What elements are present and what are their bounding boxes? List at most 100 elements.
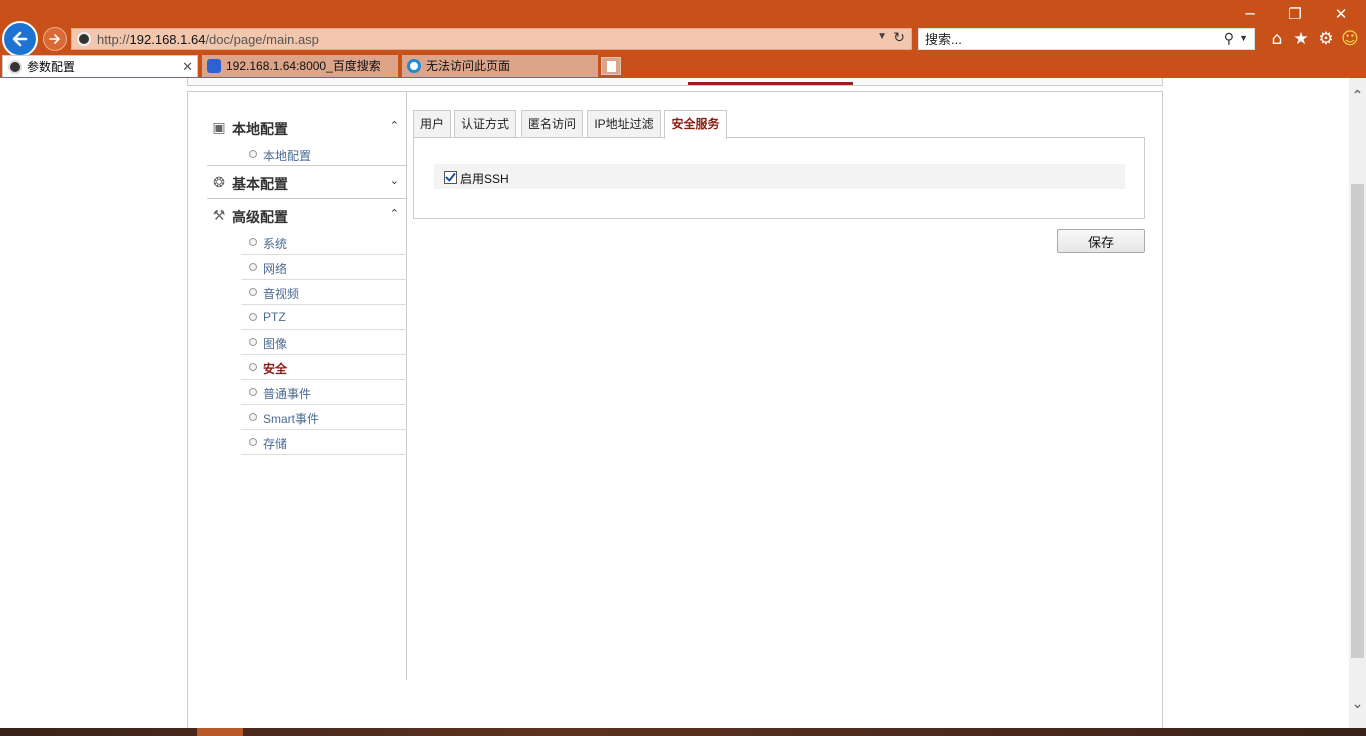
save-button[interactable]: 保存 [1057,229,1145,253]
sidebar-item-storage[interactable]: 存储 [241,430,407,455]
sidebar-group-advanced-config[interactable]: ⚒ 高级配置 ⌃ [207,200,407,230]
browser-tab-baidu[interactable]: 192.168.1.64:8000_百度搜索 [202,55,398,77]
browser-tab-strip: 参数配置 ✕ 192.168.1.64:8000_百度搜索 无法访问此页面 [0,55,1366,78]
sidebar-group-label: 基本配置 [232,176,288,192]
refresh-icon[interactable]: ↻ [893,30,905,46]
sidebar-item-label: 网络 [263,262,288,276]
sidebar-item-security[interactable]: 安全 [241,355,407,380]
tab-anonymous-access[interactable]: 匿名访问 [521,110,583,138]
sidebar-item-label: 图像 [263,337,288,351]
chevron-up-icon[interactable]: ⌃ [390,207,399,220]
search-input[interactable] [919,29,1209,49]
sidebar-group-local-config[interactable]: ▣ 本地配置 ⌃ [207,112,407,142]
sidebar-item-label: 音视频 [263,287,300,301]
back-button[interactable] [2,21,38,57]
forward-arrow-icon [49,34,60,44]
bullet-icon [249,438,257,446]
sidebar-item-label: 系统 [263,237,288,251]
sidebar-item-ptz[interactable]: PTZ [241,305,407,330]
url-host: 192.168.1.64 [129,32,206,47]
restore-button[interactable]: ❐ [1280,4,1310,24]
browser-tab-params[interactable]: 参数配置 ✕ [2,55,198,77]
sidebar-item-label: 本地配置 [263,149,312,163]
scroll-thumb[interactable] [1351,184,1364,658]
browser-tab-label: 参数配置 [27,60,76,74]
browser-chrome: ─ ❐ ✕ http://192.168.1.64/doc/page/main.… [0,0,1366,78]
sidebar-item-label: 普通事件 [263,387,312,401]
sidebar-divider [207,198,407,199]
bullet-icon [249,363,257,371]
tab-security-service[interactable]: 安全服务 [664,110,727,139]
search-icon[interactable]: ⚲ [1224,31,1234,47]
sidebar-item-image[interactable]: 图像 [241,330,407,355]
config-sidebar: ▣ 本地配置 ⌃ 本地配置 ❂ 基本配置 ⌄ ⚒ 高级配置 ⌃ 系统 网络 音视… [207,92,407,680]
browser-tab-error[interactable]: 无法访问此页面 [402,55,598,77]
address-bar[interactable]: http://192.168.1.64/doc/page/main.asp ▼ … [71,28,912,50]
os-taskbar [0,728,1366,736]
sidebar-group-label: 本地配置 [232,121,288,137]
bullet-icon [249,150,257,158]
security-service-panel: 启用SSH [413,137,1145,219]
camera-favicon-icon [8,60,22,74]
checkmark-icon [445,173,456,182]
bullet-icon [249,413,257,421]
browser-tab-label: 192.168.1.64:8000_百度搜索 [226,59,381,73]
sidebar-item-network[interactable]: 网络 [241,255,407,280]
sidebar-item-label: 安全 [263,362,288,376]
url-path: /doc/page/main.asp [205,32,319,47]
settings-gear-icon[interactable]: ⚙ [1315,28,1337,50]
ie-logo-icon [407,59,421,73]
address-dropdown-icon[interactable]: ▼ [877,31,887,42]
sidebar-divider [207,165,407,166]
baidu-paw-icon [207,59,221,73]
scroll-down-icon[interactable]: ⌄ [1349,696,1366,712]
home-icon[interactable]: ⌂ [1266,28,1288,50]
tab-user[interactable]: 用户 [413,110,451,138]
favorites-star-icon[interactable]: ★ [1290,28,1312,50]
feedback-smiley-icon[interactable]: ☺ [1339,28,1361,50]
bullet-icon [249,238,257,246]
sidebar-item-normal-events[interactable]: 普通事件 [241,380,407,405]
search-box[interactable]: ⚲ ▼ [918,28,1255,50]
vertical-scrollbar[interactable]: ⌃ ⌄ [1349,78,1366,728]
wrench-icon: ⚒ [212,208,226,224]
enable-ssh-label[interactable]: 启用SSH [460,170,509,187]
forward-button[interactable] [43,27,67,51]
bullet-icon [249,313,257,321]
site-favicon-icon [77,32,91,46]
page-header-strip [187,78,1163,86]
browser-tab-label: 无法访问此页面 [426,59,511,73]
active-nav-accent [688,82,853,85]
chevron-up-icon[interactable]: ⌃ [390,119,399,132]
page-viewport: ▣ 本地配置 ⌃ 本地配置 ❂ 基本配置 ⌄ ⚒ 高级配置 ⌃ 系统 网络 音视… [0,78,1349,728]
new-tab-button[interactable] [601,57,621,75]
sidebar-item-local-config[interactable]: 本地配置 [241,142,407,167]
sidebar-group-basic-config[interactable]: ❂ 基本配置 ⌄ [207,167,407,197]
enable-ssh-checkbox[interactable] [444,171,457,184]
address-url[interactable]: http://192.168.1.64/doc/page/main.asp [97,32,319,47]
scroll-up-icon[interactable]: ⌃ [1349,88,1366,104]
basic-config-icon: ❂ [213,175,225,191]
sidebar-item-label: Smart事件 [263,412,320,426]
ssh-setting-row: 启用SSH [434,164,1125,189]
close-tab-icon[interactable]: ✕ [182,56,193,77]
bullet-icon [249,288,257,296]
config-panel: ▣ 本地配置 ⌃ 本地配置 ❂ 基本配置 ⌄ ⚒ 高级配置 ⌃ 系统 网络 音视… [187,91,1163,728]
sidebar-item-label: PTZ [263,310,286,324]
bullet-icon [249,263,257,271]
chevron-down-icon[interactable]: ⌄ [390,174,399,187]
sidebar-item-system[interactable]: 系统 [241,230,407,255]
local-config-icon: ▣ [212,120,226,136]
close-window-button[interactable]: ✕ [1326,4,1356,24]
minimize-button[interactable]: ─ [1235,4,1265,24]
url-prefix: http:// [97,32,130,47]
sidebar-item-audio-video[interactable]: 音视频 [241,280,407,305]
bullet-icon [249,388,257,396]
search-dropdown-icon[interactable]: ▼ [1239,33,1248,43]
sidebar-item-label: 存储 [263,437,288,451]
sidebar-group-label: 高级配置 [232,209,288,225]
sidebar-item-smart-events[interactable]: Smart事件 [241,405,407,430]
taskbar-active-app[interactable] [197,728,243,736]
tab-ip-filter[interactable]: IP地址过滤 [587,110,661,138]
tab-auth-method[interactable]: 认证方式 [454,110,516,138]
